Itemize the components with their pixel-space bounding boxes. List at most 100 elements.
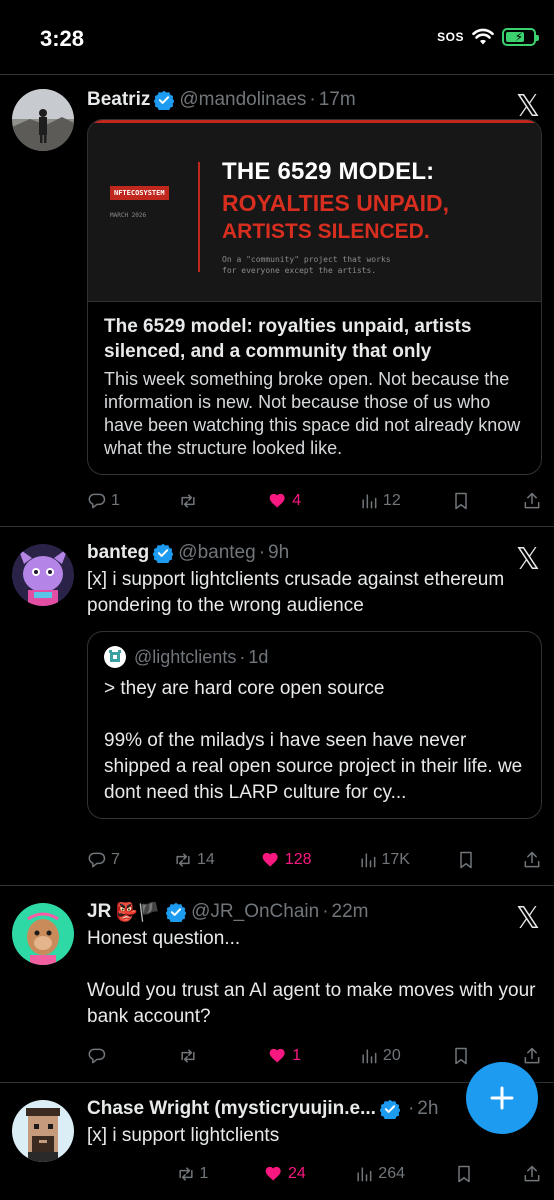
quote-timestamp: 1d [248,646,269,667]
tweet-header: JR 👺🏴 @JR_OnChain · 22m [87,901,369,923]
tweet-actions: 7 14 128 17K [87,848,542,872]
like-button[interactable]: 24 [264,1164,306,1184]
like-count: 24 [288,1165,306,1182]
username[interactable]: @mandolinaes [179,89,306,111]
quote-avatar [104,646,126,668]
sos-indicator: SOS [437,30,464,44]
views-count: 12 [382,492,401,509]
like-icon [262,852,278,868]
share-icon [524,1165,540,1182]
reply-count: 1 [111,492,120,509]
tweet-text: [x] i support lightclients crusade again… [87,569,505,616]
banner-headline-2: ROYALTIES UNPAID, [222,190,450,216]
share-button[interactable] [522,1046,542,1066]
share-button[interactable] [522,491,542,511]
timestamp[interactable]: 2h [417,1098,438,1120]
views-button[interactable]: 264 [354,1164,405,1184]
bookmark-button[interactable] [451,1046,471,1066]
verified-badge-icon [166,902,187,922]
tweet-banteg[interactable]: banteg @banteg · 9h 𝕏 [x] i support ligh… [0,528,554,886]
quote-username: @lightclients [134,646,237,667]
x-logo-icon[interactable]: 𝕏 [516,89,540,124]
article-excerpt: This week something broke open. Not beca… [104,369,521,458]
tweet-text: [x] i support lightclients [87,1125,280,1146]
like-icon [269,1048,285,1064]
like-button[interactable]: 4 [268,491,308,511]
views-count: 264 [378,1165,405,1182]
share-icon [524,851,540,868]
share-icon [524,1047,540,1064]
quote-header: @lightclients · 1d [104,644,525,670]
x-logo-icon[interactable]: 𝕏 [516,901,540,936]
status-time: 3:28 [40,26,85,51]
repost-button[interactable]: 14 [173,850,215,870]
like-count: 4 [292,492,302,509]
tweet-jr[interactable]: JR 👺🏴 @JR_OnChain · 22m 𝕏 Honest questio… [0,887,554,1083]
like-icon [269,493,285,509]
wifi-icon [472,28,494,45]
tweet-text: Honest question... Would you trust an AI… [87,928,536,1027]
compose-button[interactable] [466,1062,538,1134]
views-icon [362,494,377,509]
views-icon [360,853,375,868]
display-name[interactable]: banteg [87,542,149,564]
views-button[interactable]: 17K [358,850,410,870]
share-button[interactable] [522,1164,542,1184]
bookmark-button[interactable] [456,850,476,870]
reply-icon [88,493,106,509]
views-count: 17K [381,851,410,868]
repost-count: 1 [199,1165,209,1182]
share-button[interactable] [522,850,542,870]
status-bar: 3:28 SOS ⚡ [0,0,554,76]
avatar[interactable] [12,903,74,965]
like-button[interactable]: 1 [268,1046,308,1066]
tweet-actions: 1 20 [87,1044,542,1068]
avatar[interactable] [12,1100,74,1162]
reply-count: 7 [111,851,120,868]
like-icon [265,1166,281,1182]
timestamp[interactable]: 9h [268,542,289,564]
repost-icon [178,1167,193,1181]
repost-button[interactable]: 1 [176,1164,216,1184]
name-emoji: 👺🏴 [115,901,161,922]
timestamp[interactable]: 17m [319,89,356,111]
tweet-beatriz[interactable]: Beatriz @mandolinaes · 17m 𝕏 NFTECOSYSTE… [0,75,554,527]
repost-button[interactable] [178,1046,218,1066]
share-icon [524,492,540,509]
reply-icon [88,1048,106,1064]
banner-headline-3: ARTISTS SILENCED. [222,220,430,243]
display-name[interactable]: Beatriz [87,89,150,111]
banner-headline-1: THE 6529 MODEL: [222,158,435,185]
views-count: 20 [382,1047,401,1064]
tweet-header: Beatriz @mandolinaes · 17m [87,89,356,111]
timestamp[interactable]: 22m [332,901,369,923]
reply-button[interactable]: 7 [87,850,127,870]
like-count: 128 [284,851,312,868]
like-button[interactable]: 128 [261,850,312,870]
article-banner: NFTECOSYSTEM MARCH 2026 THE 6529 MODEL: … [88,120,541,302]
views-button[interactable]: 12 [359,491,401,511]
verified-badge-icon [379,1099,400,1119]
username[interactable]: @banteg [178,542,255,564]
avatar[interactable] [12,89,74,151]
reply-button[interactable] [87,1164,127,1184]
verified-badge-icon [154,90,175,110]
display-name[interactable]: Chase Wright (mysticryuujin.e... [87,1098,376,1120]
bookmark-icon [457,1165,470,1183]
display-name[interactable]: JR [87,901,111,923]
x-logo-icon[interactable]: 𝕏 [516,542,540,577]
repost-button[interactable] [178,491,218,511]
quote-tweet[interactable]: @lightclients · 1d > they are hard core … [87,631,542,819]
username[interactable]: @JR_OnChain [191,901,319,923]
reply-button[interactable]: 1 [87,491,127,511]
status-indicators: SOS ⚡ [437,28,539,46]
article-card[interactable]: NFTECOSYSTEM MARCH 2026 THE 6529 MODEL: … [87,119,542,475]
bookmark-button[interactable] [454,1164,474,1184]
reply-button[interactable] [87,1046,127,1066]
views-icon [357,1167,372,1182]
views-button[interactable]: 20 [359,1046,401,1066]
bookmark-button[interactable] [451,491,471,511]
avatar[interactable] [12,544,74,606]
tweet-actions: 1 4 12 [87,489,542,513]
battery-icon: ⚡ [502,28,539,46]
